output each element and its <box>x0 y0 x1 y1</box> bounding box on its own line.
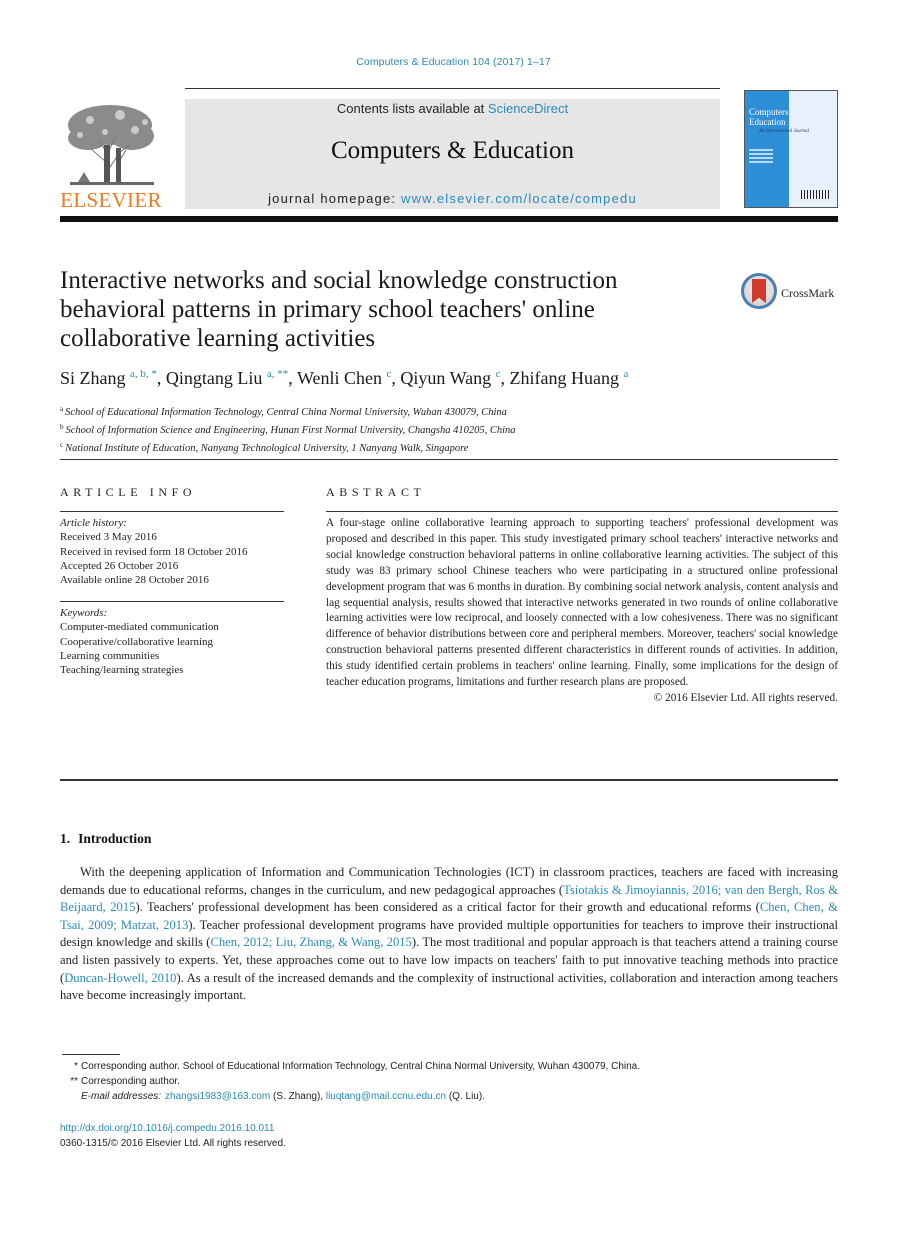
email-label: E-mail addresses: <box>81 1091 162 1102</box>
author-name: Zhifang Huang <box>509 368 619 388</box>
footnote-mark: * <box>74 1061 78 1072</box>
abstract-heading: ABSTRACT <box>326 485 426 499</box>
journal-name: Computers & Education <box>330 137 575 164</box>
header-thick-rule <box>60 216 838 222</box>
journal-homepage-link[interactable]: www.elsevier.com/locate/compedu <box>401 191 637 206</box>
affiliation-text: School of Information Science and Engine… <box>65 425 516 436</box>
author-marks[interactable]: c <box>496 368 501 380</box>
cover-title: Computers Education <box>749 107 789 127</box>
text-segment: ). Teachers' professional development ha… <box>135 900 760 915</box>
affiliation-text: School of Educational Information Techno… <box>65 407 507 418</box>
affiliations: a School of Educational Information Techn… <box>60 402 840 456</box>
issn-copyright: 0360-1315/© 2016 Elsevier Ltd. All right… <box>60 1138 286 1149</box>
cover-editor-lines <box>749 149 779 165</box>
history-item: Accepted 26 October 2016 <box>60 559 179 572</box>
footnote-text: Corresponding author. <box>81 1076 180 1087</box>
email-link[interactable]: liuqtang@mail.ccnu.edu.cn <box>326 1089 446 1104</box>
elsevier-logo[interactable]: ELSEVIER <box>60 96 162 214</box>
author[interactable]: Wenli Chen c <box>297 368 391 388</box>
article-info-heading: ARTICLE INFO <box>60 485 197 499</box>
affiliation-text: National Institute of Education, Nanyang… <box>65 443 469 454</box>
doi-link[interactable]: http://dx.doi.org/10.1016/j.compedu.2016… <box>60 1121 286 1136</box>
abstract: A four-stage online collaborative learni… <box>326 516 838 707</box>
sciencedirect-link[interactable]: ScienceDirect <box>488 101 568 116</box>
email-owner: (S. Zhang), <box>270 1091 326 1102</box>
author-name: Qingtang Liu <box>165 368 263 388</box>
history-item: Available online 28 October 2016 <box>60 574 209 587</box>
affiliation-mark: c <box>60 441 64 449</box>
footnote-corresponding-2: ** Corresponding author. <box>60 1074 840 1089</box>
author[interactable]: Zhifang Huang a <box>510 368 629 388</box>
keyword: Teaching/learning strategies <box>60 664 184 677</box>
affiliation: a School of Educational Information Techn… <box>60 402 840 420</box>
divider <box>60 459 838 460</box>
affiliation: c National Institute of Education, Nanyan… <box>60 438 840 456</box>
contents-line: Contents lists available at ScienceDirec… <box>185 101 720 116</box>
cover-title-line2: Education <box>749 117 786 127</box>
abstract-copyright: © 2016 Elsevier Ltd. All rights reserved… <box>653 691 838 704</box>
doi-block: http://dx.doi.org/10.1016/j.compedu.2016… <box>60 1121 286 1151</box>
abstract-text: A four-stage online collaborative learni… <box>326 517 838 689</box>
journal-cover-thumbnail[interactable]: Computers Education An International Jou… <box>744 90 838 208</box>
divider <box>60 779 838 781</box>
journal-banner: Contents lists available at ScienceDirec… <box>185 99 720 209</box>
footnote-mark: ** <box>70 1076 78 1087</box>
contents-prefix: Contents lists available at <box>336 101 488 116</box>
text-segment: ). As a result of the increased demands … <box>60 970 838 1003</box>
cover-subtitle: An International Journal <box>759 129 809 134</box>
article-history: Article history: Received 3 May 2016 Rec… <box>60 516 300 587</box>
author-marks[interactable]: a, b, * <box>130 368 157 380</box>
abstract-rule <box>326 511 838 512</box>
keywords: Keywords: Computer-mediated communicatio… <box>60 606 300 677</box>
footnote-text: Corresponding author. School of Educatio… <box>81 1061 641 1072</box>
homepage-prefix: journal homepage: <box>268 191 401 206</box>
keyword: Learning communities <box>60 649 160 662</box>
cover-title-line1: Computers <box>749 107 789 117</box>
footnote-rule <box>62 1054 120 1055</box>
author-name: Wenli Chen <box>296 368 383 388</box>
footnote-corresponding-1: * Corresponding author. School of Educati… <box>60 1059 840 1074</box>
footnote-emails: E-mail addresses: zhangsi1983@163.com (S.… <box>60 1089 840 1104</box>
author-list: Si Zhang a, b, *, Qingtang Liu a, **, We… <box>60 368 629 388</box>
header-top-rule <box>185 88 720 89</box>
introduction-paragraph: With the deepening application of Inform… <box>60 864 838 1005</box>
section-title: Introduction <box>78 831 152 846</box>
author-name: Qiyun Wang <box>400 368 492 388</box>
author-marks[interactable]: c <box>387 368 392 380</box>
author[interactable]: Si Zhang a, b, * <box>60 368 157 388</box>
article-history-label: Article history: <box>60 517 127 529</box>
author[interactable]: Qingtang Liu a, ** <box>166 368 288 388</box>
author[interactable]: Qiyun Wang c <box>400 368 500 388</box>
article-info-rule <box>60 511 284 512</box>
keyword: Cooperative/collaborative learning <box>60 635 214 648</box>
history-item: Received 3 May 2016 <box>60 531 157 544</box>
author-name: Si Zhang <box>60 368 126 388</box>
affiliation-mark: b <box>60 423 64 431</box>
keywords-label: Keywords: <box>60 607 108 619</box>
journal-reference-link[interactable]: Computers & Education 104 (2017) 1–17 <box>0 56 907 68</box>
crossmark-button[interactable]: CrossMark <box>741 273 841 313</box>
homepage-line: journal homepage: www.elsevier.com/locat… <box>185 191 720 206</box>
section-number: 1. <box>60 831 71 846</box>
citation-link[interactable]: Chen, 2012; Liu, Zhang, & Wang, 2015 <box>210 935 411 949</box>
email-link[interactable]: zhangsi1983@163.com <box>165 1089 270 1104</box>
keyword: Computer-mediated communication <box>60 621 219 634</box>
article-title: Interactive networks and social knowledg… <box>60 267 618 352</box>
elsevier-tree-icon <box>68 105 154 185</box>
citation-link[interactable]: Duncan-Howell, 2010 <box>64 971 176 985</box>
author-marks[interactable]: a, ** <box>267 368 288 380</box>
barcode-icon <box>801 190 831 199</box>
footnotes: * Corresponding author. School of Educati… <box>60 1059 840 1104</box>
email-owner: (Q. Liu). <box>446 1091 485 1102</box>
keywords-rule <box>60 601 284 602</box>
section-heading-introduction: 1. Introduction <box>60 831 151 847</box>
elsevier-wordmark: ELSEVIER <box>60 188 162 212</box>
crossmark-label: CrossMark <box>781 286 835 300</box>
affiliation-mark: a <box>60 405 64 413</box>
author-marks[interactable]: a <box>623 368 628 380</box>
history-item: Received in revised form 18 October 2016 <box>60 545 248 558</box>
affiliation: b School of Information Science and Engin… <box>60 420 840 438</box>
